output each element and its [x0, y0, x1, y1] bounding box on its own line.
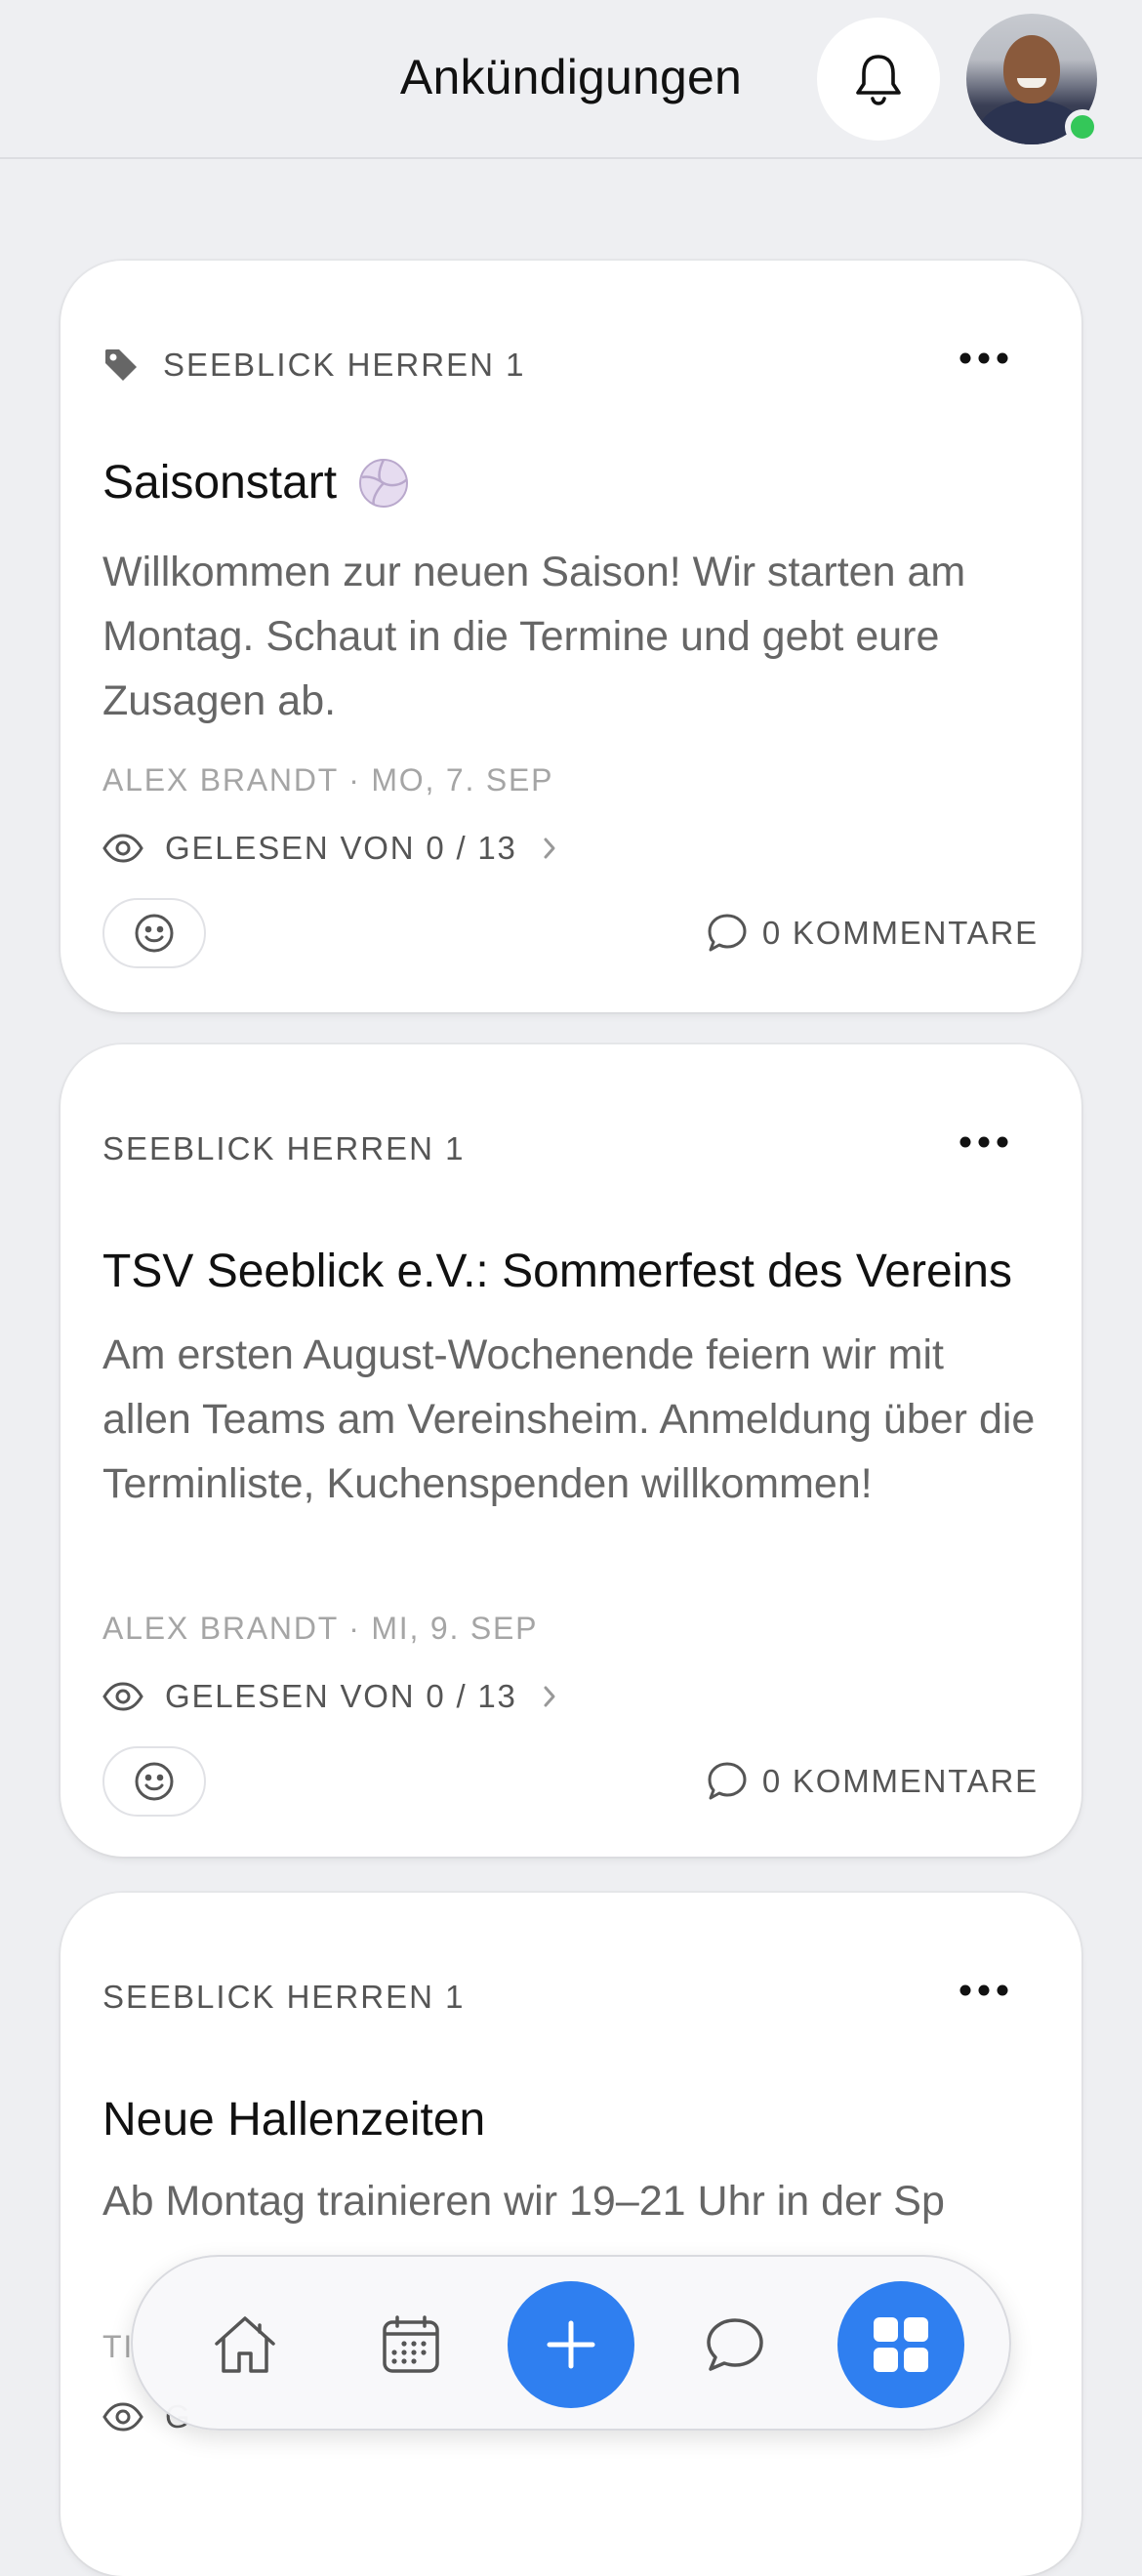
post-title: TSV Seeblick e.V.: Sommerfest des Verein…	[102, 1246, 1012, 1297]
profile-avatar[interactable]	[966, 14, 1100, 144]
read-receipts-link[interactable]: GELESEN VON 0 / 13	[102, 830, 556, 867]
post-title: Neue Hallenzeiten	[102, 2094, 486, 2146]
chevron-right-icon	[543, 837, 556, 860]
announcement-card[interactable]: SEEBLICK HERREN 1 Neue Hallenzeiten Ab M…	[61, 1893, 1081, 2576]
post-title: Saisonstart	[102, 456, 409, 510]
comment-bubble-icon	[706, 1761, 749, 1802]
online-status-indicator	[1065, 109, 1100, 144]
more-options-button[interactable]	[945, 1113, 1023, 1171]
eye-icon	[102, 1682, 143, 1711]
more-icon	[959, 1136, 1008, 1148]
post-meta: ALEX BRANDT · MI, 9. SEP	[102, 1611, 539, 1646]
eye-icon	[102, 2402, 143, 2432]
post-body: Ab Montag trainieren wir 19–21 Uhr in de…	[102, 2178, 945, 2225]
smiley-icon	[135, 914, 174, 953]
home-icon	[215, 2316, 275, 2373]
announcement-card[interactable]: SEEBLICK HERREN 1 Saisonstart Willkommen…	[61, 261, 1081, 1012]
more-options-button[interactable]	[945, 1961, 1023, 2020]
announcement-card[interactable]: SEEBLICK HERREN 1 TSV Seeblick e.V.: Som…	[61, 1044, 1081, 1857]
comment-bubble-icon	[706, 913, 749, 954]
chat-icon	[707, 2318, 763, 2371]
tab-calendar[interactable]	[347, 2281, 474, 2408]
calendar-icon	[383, 2315, 439, 2373]
more-icon	[959, 1984, 1008, 1996]
create-post-button[interactable]	[508, 2281, 634, 2408]
post-body: Willkommen zur neuen Saison! Wir starten…	[102, 549, 966, 724]
chevron-right-icon	[543, 1685, 556, 1708]
team-label: SEEBLICK HERREN 1	[102, 347, 525, 384]
tab-home[interactable]	[182, 2281, 308, 2408]
post-meta: TI	[102, 2329, 135, 2364]
add-reaction-button[interactable]	[102, 1746, 206, 1817]
tag-icon	[102, 347, 140, 384]
notifications-button[interactable]	[817, 18, 940, 141]
grid-icon	[874, 2317, 928, 2372]
comments-link[interactable]: 0 KOMMENTARE	[706, 1761, 1039, 1802]
team-label: SEEBLICK HERREN 1	[102, 1979, 466, 2015]
team-label: SEEBLICK HERREN 1	[102, 1130, 466, 1166]
eye-icon	[102, 834, 143, 863]
more-icon	[959, 352, 1008, 364]
add-reaction-button[interactable]	[102, 898, 206, 968]
bell-icon	[856, 55, 901, 105]
plus-icon	[547, 2320, 595, 2369]
more-options-button[interactable]	[945, 329, 1023, 388]
bottom-tab-bar	[131, 2255, 1011, 2431]
read-receipts-link[interactable]: GELESEN VON 0 / 13	[102, 1678, 556, 1715]
post-meta: ALEX BRANDT · MO, 7. SEP	[102, 762, 554, 797]
tab-more-grid[interactable]	[837, 2281, 964, 2408]
top-bar: Ankündigungen	[0, 0, 1142, 159]
tab-chat[interactable]	[672, 2281, 798, 2408]
smiley-icon	[135, 1762, 174, 1801]
volleyball-emoji-icon	[358, 458, 409, 509]
comments-link[interactable]: 0 KOMMENTARE	[706, 913, 1039, 954]
post-body: Am ersten August-Wochenende feiern wir m…	[102, 1331, 1036, 1507]
